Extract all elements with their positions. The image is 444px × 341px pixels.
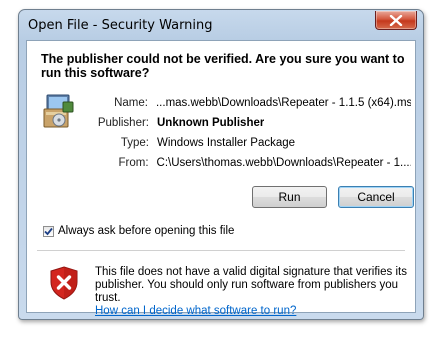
run-button[interactable]: Run (252, 186, 327, 208)
type-label: Type: (120, 137, 149, 149)
close-icon (389, 14, 403, 26)
name-row: Name: ...mas.webb\Downloads\Repeater - 1… (81, 93, 411, 113)
dialog-content: The publisher could not be verified. Are… (26, 40, 416, 317)
help-link[interactable]: How can I decide what software to run? (95, 305, 296, 317)
name-value: ...mas.webb\Downloads\Repeater - 1.1.5 (… (155, 97, 411, 109)
security-shield-icon (50, 266, 78, 300)
publisher-label: Publisher: (97, 117, 149, 129)
from-row: From: C:\Users\thomas.webb\Downloads\Rep… (81, 153, 411, 173)
type-value: Windows Installer Package (157, 137, 296, 149)
separator (37, 250, 405, 251)
close-button[interactable] (375, 11, 417, 30)
publisher-value: Unknown Publisher (157, 117, 265, 129)
always-ask-option[interactable]: Always ask before opening this file (43, 225, 234, 237)
window-title: Open File - Security Warning (28, 18, 213, 33)
from-value: C:\Users\thomas.webb\Downloads\Repeater … (156, 157, 411, 169)
warning-headline: The publisher could not be verified. Are… (41, 52, 405, 80)
security-warning-dialog: Open File - Security Warning The publish… (18, 9, 424, 320)
file-details: Name: ...mas.webb\Downloads\Repeater - 1… (81, 93, 411, 173)
checkmark-icon (44, 227, 53, 235)
type-row: Type: Windows Installer Package (81, 133, 411, 153)
installer-package-icon (43, 94, 74, 128)
signature-warning-text: This file does not have a valid digital … (95, 266, 407, 304)
title-bar[interactable]: Open File - Security Warning (19, 10, 423, 40)
always-ask-label[interactable]: Always ask before opening this file (58, 225, 234, 237)
name-label: Name: (114, 97, 148, 109)
from-label: From: (118, 157, 149, 169)
details-panel: The publisher could not be verified. Are… (27, 41, 415, 215)
always-ask-checkbox[interactable] (43, 225, 54, 237)
signature-warning: This file does not have a valid digital … (95, 266, 411, 318)
publisher-row: Publisher: Unknown Publisher (81, 113, 411, 133)
cancel-button[interactable]: Cancel (338, 186, 414, 208)
